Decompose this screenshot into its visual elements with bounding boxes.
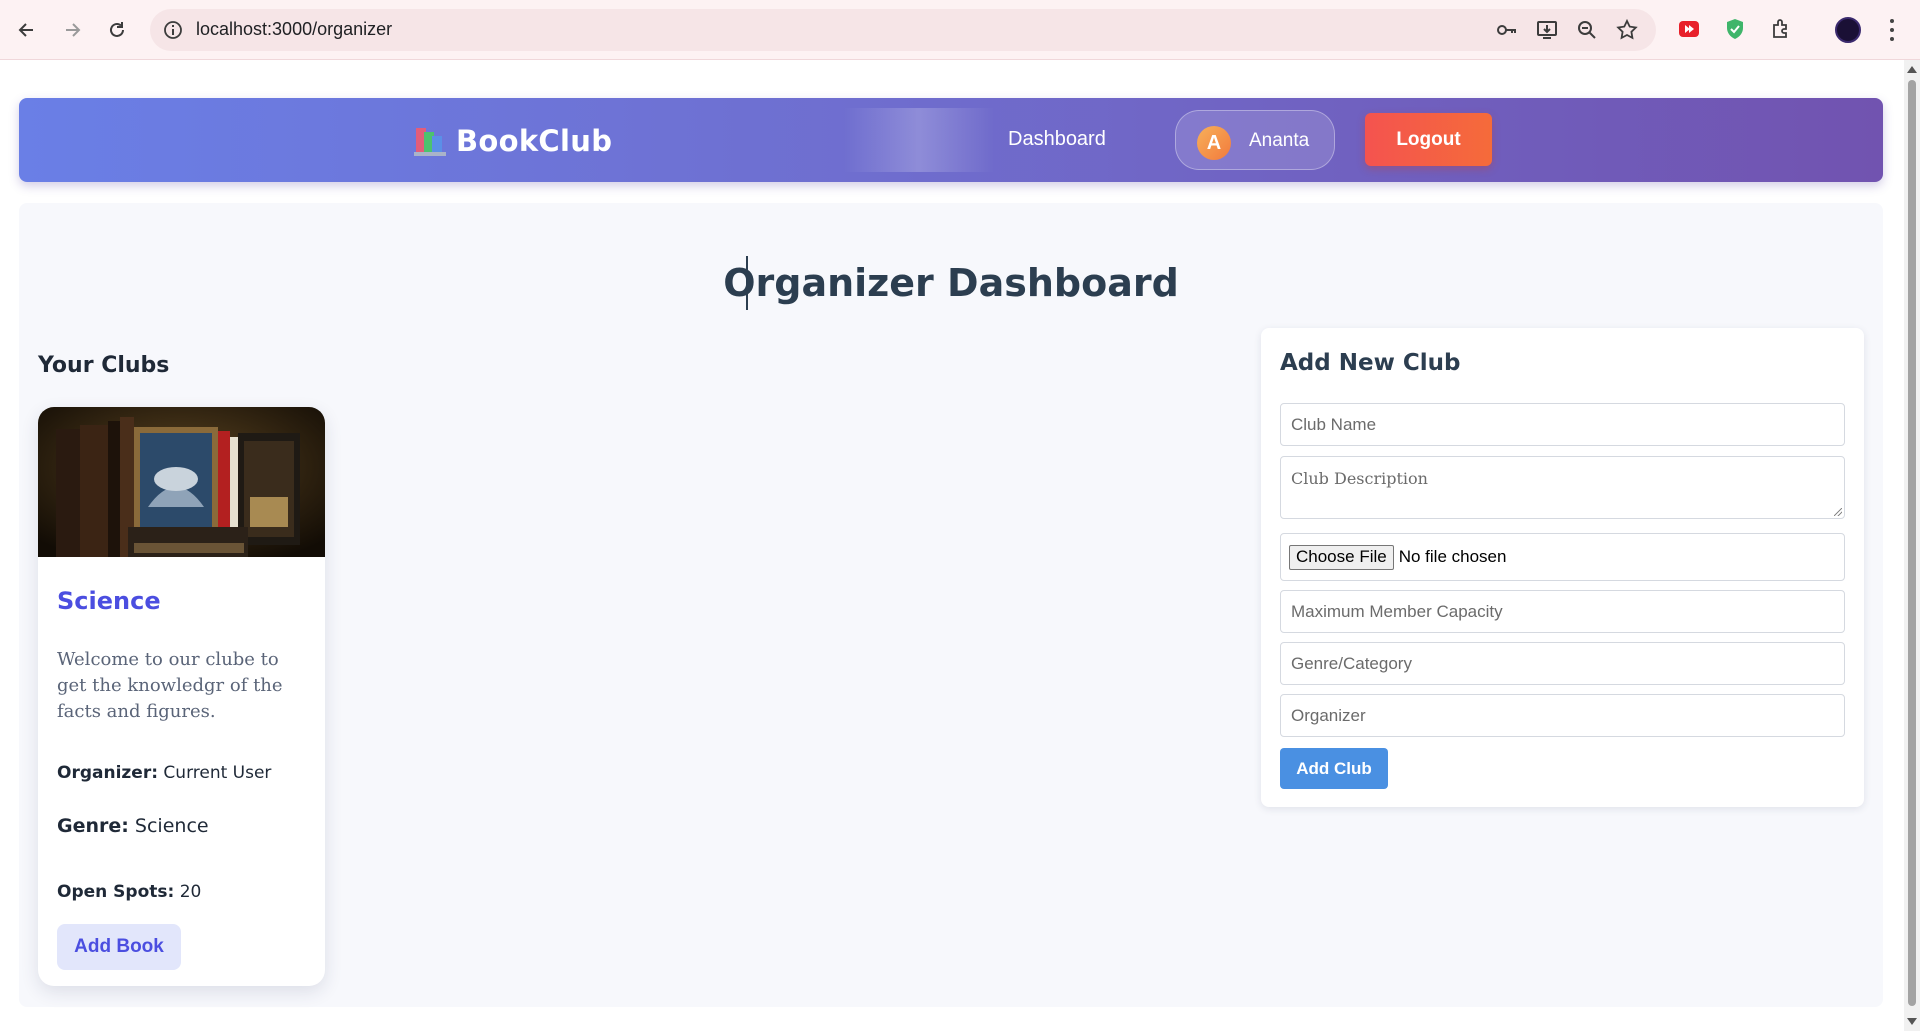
arrow-right-icon — [66, 23, 81, 37]
arrow-left-icon — [18, 23, 33, 37]
shield-extension-icon[interactable] — [1722, 16, 1748, 42]
scroll-down-icon[interactable] — [1907, 1018, 1917, 1025]
capacity-input[interactable]: Maximum Member Capacity — [1280, 590, 1845, 633]
reload-icon — [110, 22, 124, 37]
club-description-textarea[interactable]: Club Description — [1280, 456, 1845, 519]
url-text[interactable]: localhost:3000/organizer — [196, 19, 392, 40]
club-name-input[interactable]: Club Name — [1280, 403, 1845, 446]
back-button[interactable] — [11, 14, 43, 46]
choose-file-button[interactable]: Choose File — [1289, 544, 1394, 570]
reload-button[interactable] — [101, 14, 133, 46]
add-club-form: Add New Club Club Name Club Description … — [1261, 328, 1864, 807]
user-name: Ananta — [1249, 130, 1310, 151]
your-clubs-heading: Your Clubs — [38, 353, 170, 378]
forward-button[interactable] — [56, 14, 88, 46]
resize-handle-icon[interactable] — [1834, 508, 1842, 516]
club-cover-image — [38, 407, 325, 557]
password-key-icon[interactable] — [1494, 17, 1520, 43]
club-organizer: Organizer: Current User — [57, 763, 271, 783]
club-open-spots: Open Spots: 20 — [57, 882, 201, 902]
page-scrollbar[interactable] — [1904, 60, 1920, 1031]
avatar: A — [1197, 126, 1231, 160]
header-highlight — [844, 108, 994, 172]
text-caret — [746, 256, 748, 310]
club-description: Welcome to our clube to get the knowledg… — [57, 649, 283, 722]
scroll-thumb[interactable] — [1908, 80, 1916, 1006]
browser-menu-icon[interactable] — [1884, 16, 1900, 44]
no-file-text: No file chosen — [1398, 547, 1507, 566]
genre-label: Genre: — [57, 815, 129, 837]
address-bar[interactable]: localhost:3000/organizer — [150, 9, 1656, 51]
genre-value: Science — [134, 815, 209, 837]
brand-name: BookClub — [456, 124, 613, 158]
site-info-icon[interactable] — [162, 19, 184, 41]
club-description-placeholder: Club Description — [1291, 469, 1428, 488]
add-club-button[interactable]: Add Club — [1280, 748, 1388, 789]
logout-button[interactable]: Logout — [1365, 113, 1492, 166]
open-spots-value: 20 — [179, 882, 202, 902]
club-genre: Genre: Science — [57, 815, 209, 837]
nav-link-dashboard[interactable]: Dashboard — [1008, 128, 1106, 151]
extensions-puzzle-icon[interactable] — [1768, 16, 1794, 42]
install-app-icon[interactable] — [1534, 17, 1560, 43]
genre-input[interactable]: Genre/Category — [1280, 642, 1845, 685]
dashboard-main: Organizer Dashboard Your Clubs Science W… — [19, 203, 1883, 1007]
club-name[interactable]: Science — [57, 587, 161, 615]
form-title: Add New Club — [1280, 350, 1461, 376]
bookmark-star-icon[interactable] — [1614, 17, 1640, 43]
brand[interactable]: BookClub — [414, 124, 612, 158]
open-spots-label: Open Spots: — [57, 882, 175, 902]
organizer-label: Organizer: — [57, 763, 159, 783]
scroll-up-icon[interactable] — [1907, 66, 1917, 73]
zoom-icon[interactable] — [1574, 17, 1600, 43]
books-logo-icon — [414, 126, 446, 156]
youtube-extension-icon[interactable] — [1676, 16, 1702, 42]
browser-toolbar: localhost:3000/organizer — [0, 0, 1920, 60]
club-image-file-input[interactable]: Choose File No file chosen — [1280, 533, 1845, 581]
user-menu[interactable]: A Ananta — [1175, 110, 1335, 170]
profile-avatar[interactable] — [1835, 17, 1861, 43]
club-card: Science Welcome to our clube to get the … — [38, 407, 325, 986]
page-viewport: BookClub Dashboard A Ananta Logout Organ… — [0, 60, 1904, 1031]
add-book-button[interactable]: Add Book — [57, 924, 181, 970]
organizer-input[interactable]: Organizer — [1280, 694, 1845, 737]
app-header: BookClub Dashboard A Ananta Logout — [19, 98, 1883, 182]
organizer-value: Current User — [163, 763, 272, 783]
page-title: Organizer Dashboard — [723, 261, 1179, 305]
